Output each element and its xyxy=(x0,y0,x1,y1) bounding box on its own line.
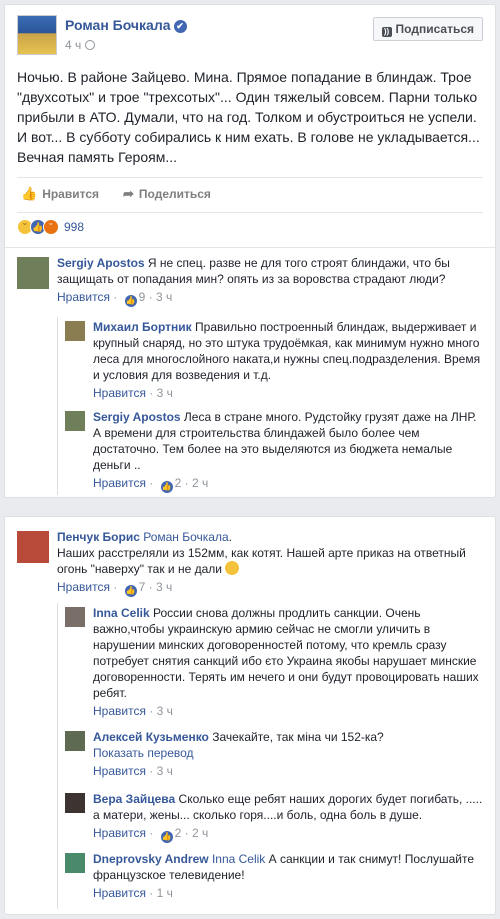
reply-text: Зачекайте, так міна чи 152-ка? xyxy=(212,730,384,744)
comment: Sergiy Apostos Я не спец. разве не для т… xyxy=(17,255,485,307)
replier-name[interactable]: Іnna Celik xyxy=(93,606,150,620)
reply-like-link[interactable]: Нравится xyxy=(93,476,146,490)
translate-link[interactable]: Показать перевод xyxy=(93,745,485,761)
replier-name[interactable]: Вера Зайцева xyxy=(93,792,175,806)
reply-body: Вера Зайцева Сколько еще ребят наших дор… xyxy=(93,791,485,823)
like-count-icon: 👍 xyxy=(160,831,173,843)
comment-like-count[interactable]: 7 xyxy=(139,580,146,594)
like-count-icon: 👍 xyxy=(124,585,137,597)
share-button[interactable]: ➦ Поделиться xyxy=(123,186,211,202)
reply: Dneprovsky Andrew Іnna Celik А санкции и… xyxy=(65,851,485,900)
reply-body: Іnna Celik России снова должны продлить … xyxy=(93,605,485,701)
post-actions: 👍 Нравится ➦ Поделиться xyxy=(17,177,483,213)
reply-actions: Нравится · 👍 2 · 2 ч xyxy=(93,826,209,843)
reply-body: Алексей Кузьменко Зачекайте, так міна чи… xyxy=(93,729,485,745)
reply-time[interactable]: 2 ч xyxy=(192,476,208,490)
post-time[interactable]: 4 ч xyxy=(65,38,81,52)
reply-like-link[interactable]: Нравится xyxy=(93,826,146,840)
reply-actions: Нравится · 👍 2 · 2 ч xyxy=(93,476,209,493)
reply: Вера Зайцева Сколько еще ребят наших дор… xyxy=(65,791,485,843)
reply-thread-line xyxy=(57,317,58,495)
divider xyxy=(5,247,495,248)
post-text: Ночью. В районе Зайцево. Мина. Прямое по… xyxy=(17,69,480,165)
post-meta: 4 ч xyxy=(65,38,96,52)
replier-avatar[interactable] xyxy=(65,411,85,431)
post-author[interactable]: Роман Бочкала ✔ xyxy=(65,17,187,33)
reply: Алексей Кузьменко Зачекайте, так міна чи… xyxy=(65,729,485,778)
frown-emoji-icon xyxy=(225,561,240,575)
commenter-avatar[interactable] xyxy=(17,257,49,289)
replier-name[interactable]: Алексей Кузьменко xyxy=(93,730,209,744)
mentioned-name[interactable]: Роман Бочкала xyxy=(143,530,228,544)
comment-like-count[interactable]: 9 xyxy=(139,290,146,304)
reaction-count[interactable]: 998 xyxy=(64,220,84,234)
replier-avatar[interactable] xyxy=(65,731,85,751)
comment-time[interactable]: 3 ч xyxy=(156,580,172,594)
post-card: Роман Бочкала ✔ 4 ч )) Подписаться Ночью. … xyxy=(4,4,496,498)
reply-time[interactable]: 3 ч xyxy=(157,764,173,778)
globe-icon xyxy=(85,40,96,50)
reply-thread-line xyxy=(57,603,58,909)
comment-actions: Нравится · 👍 7 · 3 ч xyxy=(57,580,173,597)
reply-actions: Нравится · 3 ч xyxy=(93,764,173,778)
reply-time[interactable]: 2 ч xyxy=(192,826,208,840)
reply-text: России снова должны продлить санкции. Оч… xyxy=(93,606,479,700)
comment-text: Наших расстреляли из 152мм, как котят. Н… xyxy=(57,546,466,576)
reply-body: Sergiy Apostos Леса в стране много. Рудс… xyxy=(93,409,485,473)
like-count-icon: 👍 xyxy=(124,295,137,307)
reply-actions: Нравится · 1 ч xyxy=(93,886,173,900)
rss-icon: )) xyxy=(381,27,392,37)
subscribe-button[interactable]: )) Подписаться xyxy=(372,17,483,41)
replier-name[interactable]: Михаил Бортник xyxy=(93,320,192,334)
reply-time[interactable]: 1 ч xyxy=(157,886,173,900)
angry-reaction-icon: ˘ xyxy=(43,219,59,235)
comment-like-link[interactable]: Нравится xyxy=(57,290,110,304)
thumbs-up-icon: 👍 xyxy=(21,186,38,201)
reply: Іnna Celik России снова должны продлить … xyxy=(65,605,485,718)
reply-like-link[interactable]: Нравится xyxy=(93,764,146,778)
like-button[interactable]: 👍 Нравится xyxy=(21,186,99,202)
replier-avatar[interactable] xyxy=(65,321,85,341)
comment-thread-card: Пенчук Борис Роман Бочкала. Наших расстре… xyxy=(4,516,496,915)
reply-time[interactable]: 3 ч xyxy=(157,386,173,400)
replier-name[interactable]: Sergiy Apostos xyxy=(93,410,181,424)
comment-actions: Нравится · 👍 9 · 3 ч xyxy=(57,290,173,307)
reply-actions: Нравится · 3 ч xyxy=(93,704,173,718)
reply-like-link[interactable]: Нравится xyxy=(93,386,146,400)
like-count-icon: 👍 xyxy=(160,481,173,493)
replier-avatar[interactable] xyxy=(65,793,85,813)
comment-body: Пенчук Борис Роман Бочкала. Наших расстре… xyxy=(57,530,466,576)
reply-like-link[interactable]: Нравится xyxy=(93,886,146,900)
commenter-avatar[interactable] xyxy=(17,531,49,563)
reply-body: Михаил Бортник Правильно построенный бли… xyxy=(93,319,485,383)
replier-name[interactable]: Dneprovsky Andrew xyxy=(93,852,209,866)
verified-icon: ✔ xyxy=(173,20,187,33)
commenter-name[interactable]: Пенчук Борис xyxy=(57,530,140,544)
comment: Пенчук Борис Роман Бочкала. Наших расстре… xyxy=(17,529,485,597)
comment-body: Sergiy Apostos Я не спец. разве не для т… xyxy=(57,255,485,287)
reactions-summary[interactable]: ˘ 👍 ˘ 998 xyxy=(17,219,84,239)
mentioned-name[interactable]: Іnna Celik xyxy=(212,852,265,866)
commenter-name[interactable]: Sergiy Apostos xyxy=(57,256,145,270)
reply-like-count[interactable]: 2 xyxy=(175,476,182,490)
comment-like-link[interactable]: Нравится xyxy=(57,580,110,594)
post-header: Роман Бочкала ✔ 4 ч )) Подписаться xyxy=(5,5,495,61)
reply: Михаил Бортник Правильно построенный бли… xyxy=(65,319,485,400)
reply: Sergiy Apostos Леса в стране много. Рудс… xyxy=(65,409,485,493)
replier-avatar[interactable] xyxy=(65,853,85,873)
share-arrow-icon: ➦ xyxy=(123,186,134,201)
replier-avatar[interactable] xyxy=(65,607,85,627)
reply-like-link[interactable]: Нравится xyxy=(93,704,146,718)
reply-like-count[interactable]: 2 xyxy=(175,826,182,840)
author-avatar[interactable] xyxy=(17,15,57,55)
reply-body: Dneprovsky Andrew Іnna Celik А санкции и… xyxy=(93,851,485,883)
comment-time[interactable]: 3 ч xyxy=(156,290,172,304)
reply-time[interactable]: 3 ч xyxy=(157,704,173,718)
reply-actions: Нравится · 3 ч xyxy=(93,386,173,400)
